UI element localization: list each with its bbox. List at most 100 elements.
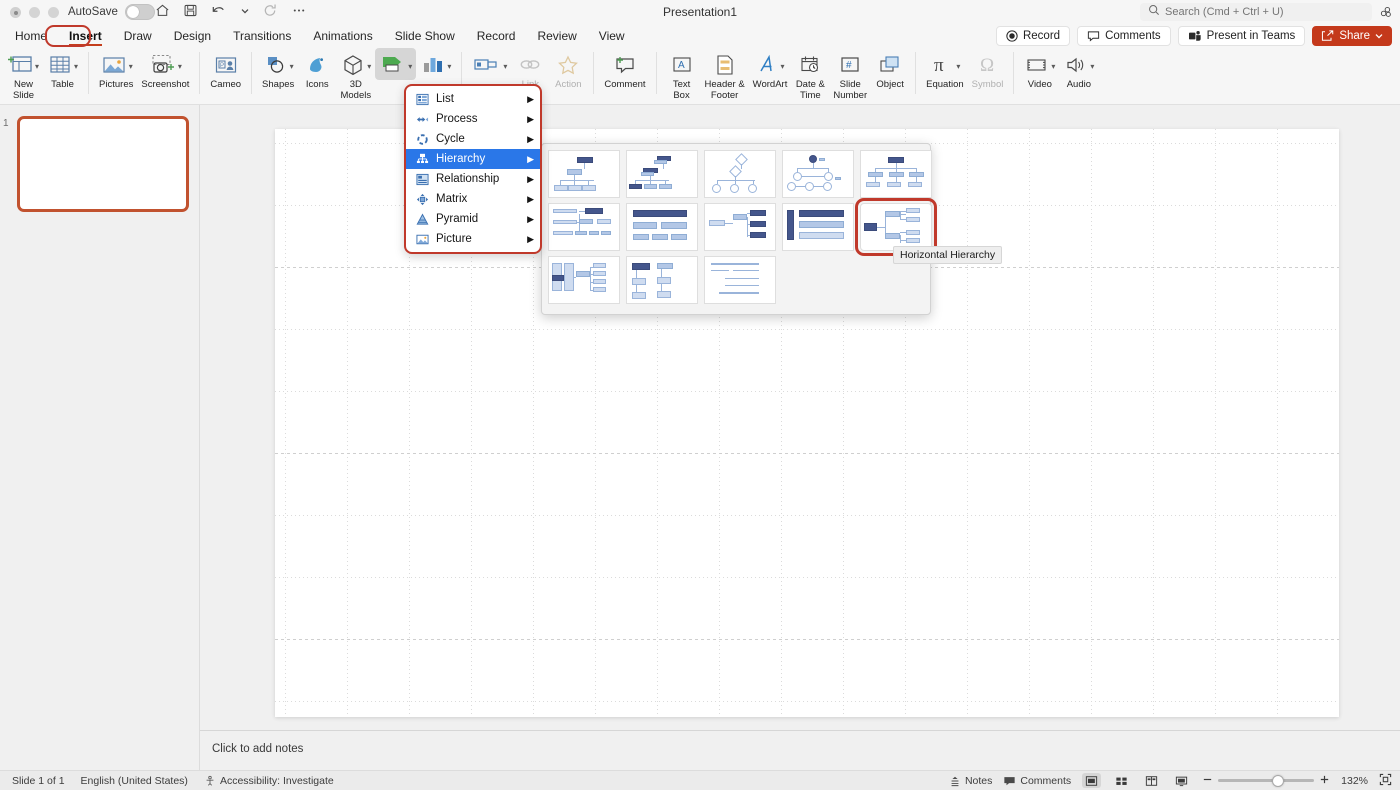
icons-icon [304, 51, 330, 79]
gallery-item-circle-picture-hierarchy[interactable] [782, 150, 854, 198]
comments-button[interactable]: Comments [1077, 26, 1171, 46]
gallery-item-horizontal-hierarchy[interactable] [855, 198, 937, 256]
comment-button[interactable]: Comment [600, 48, 649, 91]
gallery-item-half-circle-organization-chart[interactable] [704, 150, 776, 198]
chevron-down-icon[interactable]: ▾ [781, 62, 785, 71]
ribbon-group-comments: Comment [600, 48, 649, 105]
slide-number-button[interactable]: # Slide Number [829, 48, 871, 101]
screenshot-button[interactable]: ▾ Screenshot [137, 48, 193, 91]
normal-view-button[interactable] [1082, 773, 1102, 788]
date-time-button[interactable]: Date & Time [791, 48, 829, 101]
chevron-down-icon[interactable]: ▾ [1090, 62, 1094, 71]
gallery-item-labeled-hierarchy[interactable] [548, 203, 620, 251]
presenter-view-button[interactable] [1172, 773, 1191, 788]
tab-slide-show[interactable]: Slide Show [384, 27, 466, 45]
slide-number-label: Slide Number [833, 79, 868, 101]
tab-transitions[interactable]: Transitions [222, 27, 302, 45]
wordart-button[interactable]: ▾ WordArt [749, 48, 792, 91]
header-footer-button[interactable]: Header & Footer [701, 48, 749, 101]
chart-button[interactable]: ▾ [416, 48, 455, 80]
3d-models-button[interactable]: ▾ 3D Models [336, 48, 375, 101]
zoom-out-button[interactable] [1202, 774, 1213, 788]
chevron-down-icon[interactable]: ▾ [503, 62, 507, 71]
action-button[interactable]: Action [549, 48, 587, 91]
chevron-down-icon[interactable]: ▾ [956, 62, 960, 71]
share-button[interactable]: Share [1312, 26, 1392, 46]
fit-to-window-button[interactable] [1379, 773, 1392, 789]
chevron-down-icon[interactable]: ▾ [290, 62, 294, 71]
cameo-button[interactable]: P Cameo [206, 48, 245, 91]
menu-item-relationship[interactable]: Relationship ▶ [406, 169, 540, 189]
chevron-down-icon[interactable]: ▾ [1051, 62, 1055, 71]
submenu-arrow-icon: ▶ [527, 173, 534, 184]
tabbar-actions[interactable]: Record Comments Present in Teams Share [995, 26, 1392, 46]
smartart-layout-gallery[interactable] [541, 143, 937, 315]
media-button[interactable]: ▾ [468, 48, 511, 80]
search-box[interactable] [1140, 3, 1372, 21]
present-in-teams-button[interactable]: Present in Teams [1177, 26, 1306, 46]
shapes-button[interactable]: ▾ Shapes [258, 48, 298, 91]
tab-review[interactable]: Review [526, 27, 587, 45]
gallery-item-organization-chart[interactable] [548, 150, 620, 198]
chevron-down-icon[interactable]: ▾ [35, 62, 39, 71]
gallery-item-name-and-title-organization-chart[interactable] [626, 150, 698, 198]
chevron-down-icon[interactable]: ▾ [178, 62, 182, 71]
tab-record[interactable]: Record [466, 27, 527, 45]
gallery-item-horizontal-labeled-hierarchy[interactable] [548, 256, 620, 304]
audio-button[interactable]: ▾ Audio [1059, 48, 1098, 91]
chevron-down-icon[interactable]: ▾ [367, 62, 371, 71]
pictures-button[interactable]: ▾ Pictures [95, 48, 137, 91]
tab-draw[interactable]: Draw [113, 27, 163, 45]
icons-button[interactable]: Icons [298, 48, 336, 91]
chevron-down-icon[interactable]: ▾ [408, 62, 412, 71]
record-button[interactable]: Record [995, 26, 1071, 46]
gallery-item-table-hierarchy[interactable] [626, 203, 698, 251]
language-label[interactable]: English (United States) [81, 775, 188, 787]
slide-thumbnail-1[interactable] [17, 116, 189, 212]
chevron-down-icon[interactable]: ▾ [74, 62, 78, 71]
menu-item-pyramid[interactable]: Pyramid ▶ [406, 209, 540, 229]
menu-item-cycle[interactable]: Cycle ▶ [406, 129, 540, 149]
smartart-button[interactable]: ▾ [375, 48, 417, 80]
chevron-down-icon[interactable]: ▾ [129, 62, 133, 71]
zoom-knob[interactable] [1272, 774, 1285, 787]
chevron-down-icon[interactable]: ▾ [447, 62, 451, 71]
gallery-item-lined-list[interactable] [704, 256, 776, 304]
tab-animations[interactable]: Animations [302, 27, 383, 45]
tab-view[interactable]: View [588, 27, 636, 45]
gridline-vertical [1029, 129, 1030, 717]
gallery-item-horizontal-organization-chart[interactable] [782, 203, 854, 251]
menu-item-hierarchy[interactable]: Hierarchy ▶ [406, 149, 540, 169]
gallery-item-architecture-layout[interactable] [704, 203, 776, 251]
new-slide-button[interactable]: ▾ New Slide [4, 48, 43, 101]
zoom-in-button[interactable] [1319, 774, 1330, 788]
menu-item-process[interactable]: Process ▶ [406, 109, 540, 129]
gridline-horizontal [275, 577, 1339, 578]
text-box-button[interactable]: A Text Box [663, 48, 701, 101]
table-button[interactable]: ▾ Table [43, 48, 82, 91]
search-input[interactable] [1165, 6, 1365, 18]
tab-home[interactable]: Home [4, 27, 58, 45]
zoom-slider[interactable] [1202, 774, 1330, 788]
reading-view-button[interactable] [1142, 773, 1161, 788]
smartart-category-menu[interactable]: List ▶ Process ▶ Cycle ▶ Hierarchy ▶ Relationshi… [404, 84, 542, 254]
video-button[interactable]: ▾ Video [1020, 48, 1059, 91]
menu-item-list[interactable]: List ▶ [406, 89, 540, 109]
ribbon-options-icon[interactable] [1378, 5, 1393, 25]
slide-sorter-view-button[interactable] [1112, 773, 1131, 788]
menu-item-matrix[interactable]: Matrix ▶ [406, 189, 540, 209]
tab-insert[interactable]: Insert [58, 27, 113, 46]
zoom-track[interactable] [1218, 774, 1315, 787]
tab-design[interactable]: Design [163, 27, 222, 45]
equation-button[interactable]: π ▾ Equation [922, 48, 968, 91]
object-button[interactable]: Object [871, 48, 909, 91]
accessibility-status[interactable]: Accessibility: Investigate [204, 775, 334, 787]
comments-toggle-button[interactable]: Comments [1003, 775, 1071, 787]
zoom-level-label[interactable]: 132% [1341, 775, 1368, 787]
notes-toggle-button[interactable]: Notes [949, 775, 992, 787]
menu-item-picture[interactable]: Picture ▶ [406, 229, 540, 249]
symbol-button[interactable]: Ω Symbol [968, 48, 1008, 91]
gallery-item-hierarchy[interactable] [860, 150, 932, 198]
gallery-item-horizontal-multi-level-hierarchy[interactable] [626, 256, 698, 304]
notes-pane[interactable]: Click to add notes [200, 730, 1400, 770]
